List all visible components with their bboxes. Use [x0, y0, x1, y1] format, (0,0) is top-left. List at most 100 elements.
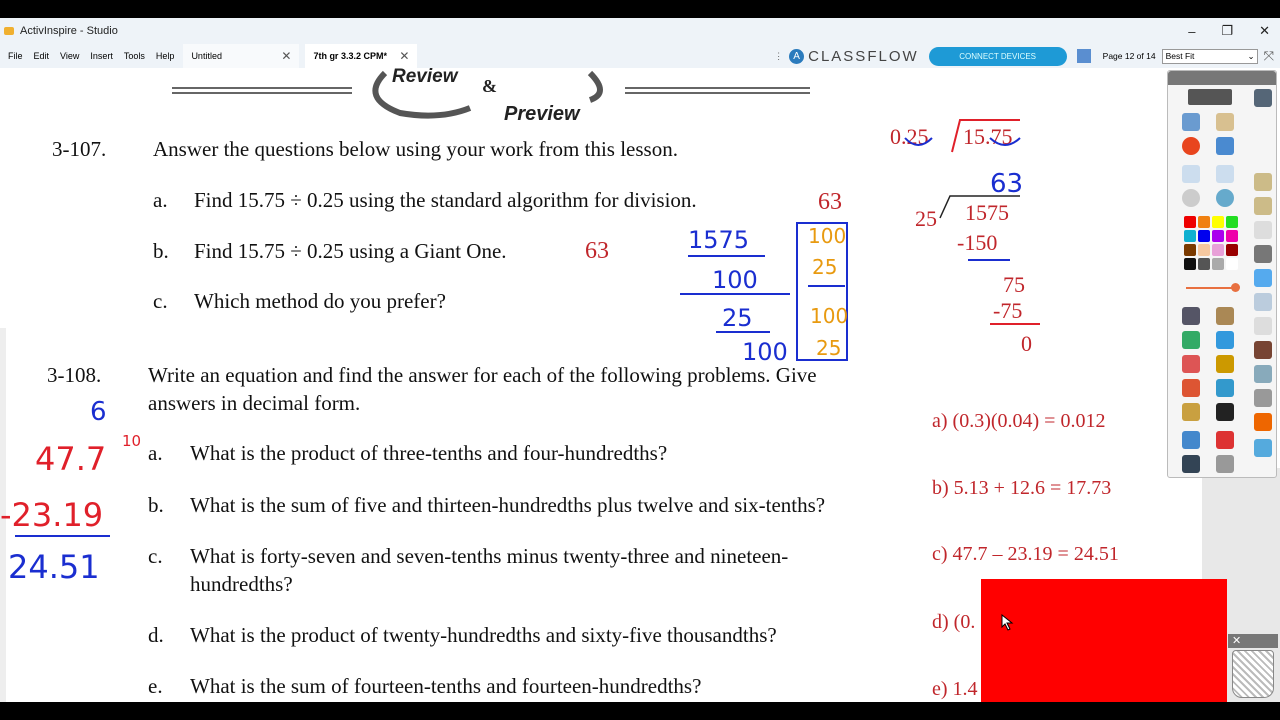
main-toolbox[interactable] — [1167, 70, 1277, 478]
text-icon[interactable] — [1216, 403, 1234, 421]
play-icon[interactable] — [1182, 189, 1200, 207]
shape-icon[interactable] — [1182, 379, 1200, 397]
cursor-icon — [1001, 614, 1014, 631]
color-swatch[interactable] — [1198, 230, 1210, 242]
calculator-icon[interactable] — [1254, 389, 1272, 407]
connect-devices-button[interactable]: CONNECT DEVICES — [928, 46, 1067, 66]
next-page-icon[interactable] — [1216, 165, 1234, 183]
eraser-icon[interactable] — [1182, 355, 1200, 373]
protractor-icon[interactable] — [1254, 293, 1272, 311]
color-swatch[interactable] — [1226, 230, 1238, 242]
classflow-icon: A — [789, 48, 805, 64]
color-swatch[interactable] — [1184, 216, 1196, 228]
menu-help[interactable]: Help — [156, 51, 175, 61]
screen-record-icon[interactable] — [1254, 341, 1272, 359]
ink-box-25b: 25 — [816, 336, 841, 360]
web-browser-icon[interactable] — [1216, 189, 1234, 207]
reset-page-icon[interactable] — [1216, 431, 1234, 449]
color-swatch[interactable] — [1198, 216, 1210, 228]
copy-icon[interactable] — [1254, 317, 1272, 335]
ink-dividend: 1575 — [965, 200, 1009, 225]
ink-divisor: 25 — [915, 206, 937, 231]
tools-icon[interactable] — [1216, 307, 1234, 325]
export-button[interactable] — [1188, 89, 1232, 105]
ink-rem1: 75 — [1003, 272, 1025, 297]
menu-insert[interactable]: Insert — [90, 51, 113, 61]
minimize-button[interactable]: – — [1188, 24, 1195, 39]
color-swatch[interactable] — [1212, 244, 1224, 256]
menu-file[interactable]: File — [8, 51, 23, 61]
redo-icon[interactable] — [1216, 455, 1234, 473]
color-swatch[interactable] — [1226, 216, 1238, 228]
more-tools-icon[interactable] — [1254, 439, 1272, 457]
tab-label: Untitled — [191, 51, 222, 61]
duplicate-icon[interactable] — [1254, 221, 1272, 239]
highlighter-icon[interactable] — [1216, 331, 1234, 349]
close-tab-icon[interactable]: ✕ — [281, 49, 291, 63]
tab-untitled[interactable]: Untitled ✕ — [183, 44, 300, 68]
clear-icon[interactable] — [1182, 431, 1200, 449]
close-button[interactable]: ✕ — [1259, 23, 1270, 39]
zoom-select[interactable]: Best Fit ⌄ — [1161, 48, 1258, 64]
flipchart-page[interactable]: Review & Preview 3-107. Answer the quest… — [0, 68, 1280, 702]
color-swatch[interactable] — [1212, 216, 1224, 228]
ink-box-25: 25 — [812, 255, 837, 279]
color-swatch[interactable] — [1226, 244, 1238, 256]
ink-subtrahend: -23.19 — [0, 496, 103, 534]
more-icon[interactable]: ⋮ — [774, 51, 783, 62]
compass-icon[interactable] — [1254, 245, 1272, 263]
tab-label: 7th gr 3.3.2 CPM* — [313, 51, 387, 61]
ink-sub2: -75 — [993, 298, 1022, 323]
ink-box-100b: 100 — [810, 304, 848, 328]
fullscreen-icon[interactable]: ⤧ — [1264, 48, 1274, 64]
ink-borrow-10: 10 — [122, 432, 141, 450]
classflow-brand: CLASSFLOW — [808, 47, 919, 65]
red-rectangle-shape[interactable] — [981, 579, 1227, 702]
ink-minuend: 47.7 — [35, 440, 106, 478]
color-swatch[interactable] — [1226, 258, 1238, 270]
color-swatch[interactable] — [1184, 230, 1196, 242]
previous-page-icon[interactable] — [1182, 165, 1200, 183]
trash-close-button[interactable]: ✕ — [1228, 634, 1278, 648]
annotate-icon[interactable] — [1254, 197, 1272, 215]
undo-icon[interactable] — [1182, 455, 1200, 473]
menu-edit[interactable]: Edit — [34, 51, 50, 61]
magic-ink-icon[interactable] — [1182, 403, 1200, 421]
desktop-annotate-icon[interactable] — [1216, 137, 1234, 155]
pen-icon[interactable] — [1182, 331, 1200, 349]
paste-icon[interactable] — [1254, 365, 1272, 383]
tab-7th-gr[interactable]: 7th gr 3.3.2 CPM* ✕ — [305, 44, 418, 68]
window-title: ActivInspire - Studio — [20, 25, 118, 37]
page-extender-icon[interactable] — [1254, 173, 1272, 191]
color-swatch[interactable] — [1212, 230, 1224, 242]
trash-icon — [1232, 650, 1274, 698]
color-swatch[interactable] — [1184, 258, 1196, 270]
ink-giant-1575: 1575 — [688, 226, 749, 254]
color-swatch[interactable] — [1184, 244, 1196, 256]
connector-icon[interactable] — [1216, 379, 1234, 397]
flipchart-browser-icon[interactable] — [1182, 113, 1200, 131]
select-icon[interactable] — [1182, 307, 1200, 325]
toolbox-handle[interactable] — [1168, 71, 1276, 85]
fill-icon[interactable] — [1216, 355, 1234, 373]
pen-mode-icon[interactable] — [1182, 137, 1200, 155]
resource-icon[interactable] — [1254, 269, 1272, 287]
delete-icon[interactable] — [1254, 413, 1272, 431]
user-icon[interactable] — [1216, 113, 1234, 131]
color-swatch[interactable] — [1212, 258, 1224, 270]
trash-can[interactable]: ✕ — [1228, 634, 1278, 702]
chevron-down-icon: ⌄ — [1247, 50, 1255, 61]
dual-mode-icon[interactable] — [1254, 89, 1272, 107]
ink-box-100: 100 — [808, 224, 846, 248]
color-swatch[interactable] — [1198, 258, 1210, 270]
menu-tools[interactable]: Tools — [124, 51, 145, 61]
color-swatch[interactable] — [1198, 244, 1210, 256]
menu-view[interactable]: View — [60, 51, 79, 61]
restore-button[interactable]: ❐ — [1221, 23, 1233, 39]
page-indicator: Page 12 of 14 — [1102, 51, 1156, 61]
ink-giant-100: 100 — [712, 266, 758, 294]
close-tab-icon[interactable]: ✕ — [399, 49, 409, 63]
slider-thumb[interactable] — [1231, 283, 1240, 292]
dual-user-icon[interactable] — [1076, 49, 1091, 63]
pen-width-slider[interactable] — [1186, 287, 1236, 289]
